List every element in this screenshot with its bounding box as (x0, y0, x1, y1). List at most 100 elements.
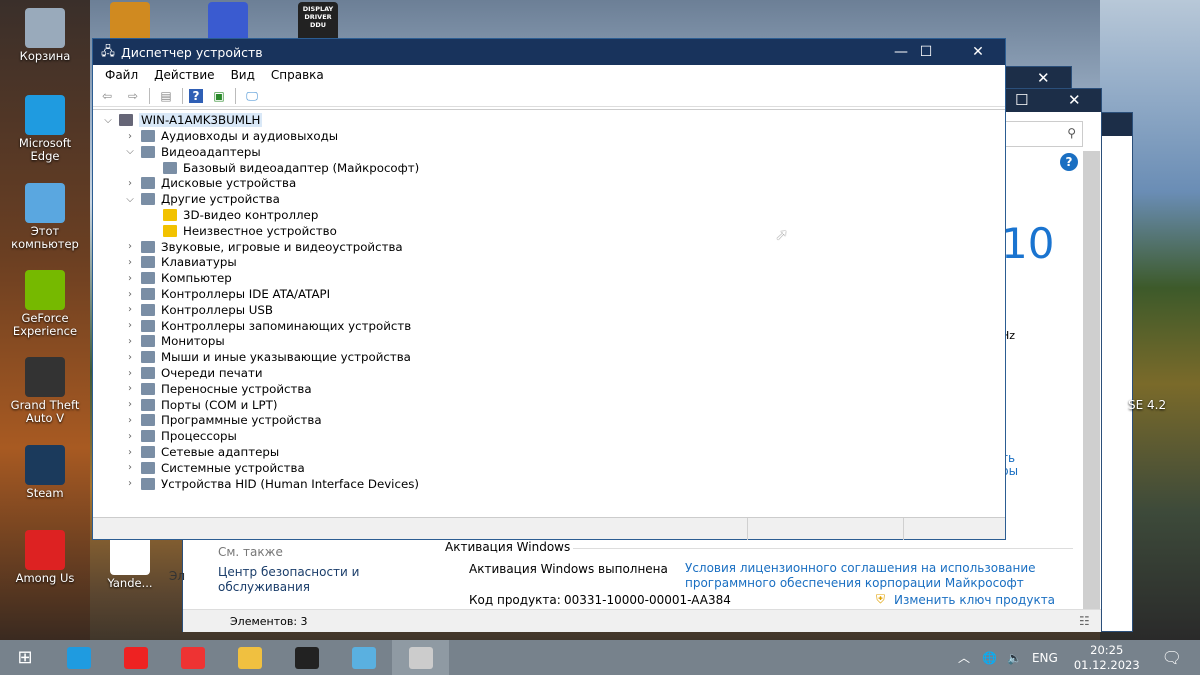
chevron-right-icon[interactable]: › (123, 431, 137, 442)
monitor-icon[interactable]: 🖵 (242, 88, 262, 104)
app-icon (25, 8, 65, 48)
device-manager-window[interactable]: 🖧 Диспетчер устройств — ☐ ✕ Файл Действи… (92, 38, 1006, 540)
chevron-right-icon[interactable]: › (123, 257, 137, 268)
menu-action[interactable]: Действие (146, 68, 222, 82)
forward-icon[interactable]: ⇨ (123, 88, 143, 104)
tree-item[interactable]: › Дисковые устройства (123, 175, 296, 191)
close-icon[interactable]: ✕ (1037, 69, 1050, 87)
chevron-right-icon[interactable]: › (123, 415, 137, 426)
chevron-right-icon[interactable]: › (123, 447, 137, 458)
tree-item[interactable]: › Клавиатуры (123, 254, 237, 270)
tree-item[interactable]: › Аудиовходы и аудиовыходы (123, 128, 338, 144)
tree-item[interactable]: › Контроллеры IDE ATA/ATAPI (123, 286, 330, 302)
chevron-right-icon[interactable]: › (123, 383, 137, 394)
tree-item[interactable]: › Сетевые адаптеры (123, 444, 279, 460)
desktop-icon[interactable]: Grand Theft Auto V (5, 357, 85, 425)
tree-item[interactable]: › Системные устройства (123, 460, 305, 476)
chevron-right-icon[interactable]: › (123, 336, 137, 347)
properties-icon[interactable]: ▤ (156, 88, 176, 104)
tree-item[interactable]: › Контроллеры запоминающих устройств (123, 318, 411, 334)
ddu-logo-text: DISPLAY DRIVER DDU (302, 5, 334, 29)
desktop-icon-label[interactable]: SE 4.2 (1128, 398, 1166, 412)
desktop-icon[interactable]: Microsoft Edge (5, 95, 85, 163)
start-button[interactable]: ⊞ (0, 640, 50, 675)
text-fragment: Эл (169, 569, 186, 583)
device-tree[interactable]: ⌵ WIN-A1AMK3BUMLH › Аудиовходы и аудиовых… (93, 109, 1005, 517)
tree-item[interactable]: › Процессоры (123, 428, 237, 444)
language-indicator[interactable]: ENG (1032, 651, 1058, 665)
help-icon[interactable]: ? (189, 88, 203, 103)
tree-item[interactable]: Базовый видеоадаптер (Майкрософт) (145, 160, 419, 176)
chevron-right-icon[interactable]: › (123, 289, 137, 300)
desktop-icon[interactable]: Steam (5, 445, 85, 500)
taskbar-app-yandex[interactable] (164, 640, 221, 675)
tree-item[interactable]: › Переносные устройства (123, 381, 312, 397)
close-button[interactable]: ✕ (955, 39, 1001, 65)
tree-item[interactable]: › Устройства HID (Human Interface Devices… (123, 476, 419, 492)
device-icon (141, 288, 155, 300)
tree-item[interactable]: › Мониторы (123, 333, 225, 349)
taskbar-app-edge[interactable] (50, 640, 107, 675)
menu-view[interactable]: Вид (223, 68, 263, 82)
close-icon[interactable]: ✕ (1068, 91, 1081, 109)
security-link[interactable]: Центр безопасности и обслуживания (218, 565, 378, 595)
tree-item[interactable]: › Порты (COM и LPT) (123, 397, 277, 413)
desktop-icon[interactable]: GeForce Experience (5, 270, 85, 338)
back-icon[interactable]: ⇦ (97, 88, 117, 104)
tree-item[interactable]: › Звуковые, игровые и видеоустройства (123, 239, 403, 255)
desktop-icon[interactable]: Yande... (90, 535, 170, 590)
menu-file[interactable]: Файл (97, 68, 146, 82)
taskbar-app-system[interactable] (335, 640, 392, 675)
chevron-up-icon[interactable]: ︿ (958, 649, 970, 666)
volume-icon[interactable]: 🔈 (1007, 651, 1022, 665)
chevron-right-icon[interactable]: › (123, 178, 137, 189)
chevron-right-icon[interactable]: › (123, 241, 137, 252)
chevron-down-icon[interactable]: ⌵ (101, 115, 115, 126)
warning-device-icon (163, 224, 177, 237)
tree-item[interactable]: ⌵ Другие устройства (123, 191, 280, 207)
tree-item[interactable]: 3D-видео контроллер (145, 207, 318, 223)
clock[interactable]: 20:25 01.12.2023 (1074, 643, 1140, 673)
chevron-right-icon[interactable]: › (123, 352, 137, 363)
network-icon[interactable]: 🌐 (982, 651, 997, 665)
maximize-icon[interactable]: ☐ (1015, 91, 1028, 109)
chevron-down-icon[interactable]: ⌵ (123, 194, 137, 205)
details-view-icon[interactable]: ☷ (1079, 614, 1090, 628)
chevron-right-icon[interactable]: › (123, 478, 137, 489)
tree-item[interactable]: › Очереди печати (123, 365, 263, 381)
tree-item-label: Клавиатуры (161, 255, 237, 270)
tree-item[interactable]: › Мыши и иные указывающие устройства (123, 349, 411, 365)
title-bar[interactable]: 🖧 Диспетчер устройств — ☐ ✕ (93, 39, 1005, 65)
tree-item[interactable]: ⌵ Видеоадаптеры (123, 144, 260, 160)
maximize-button[interactable]: ☐ (903, 39, 949, 65)
menu-help[interactable]: Справка (263, 68, 332, 82)
taskbar-app-yandex-browser[interactable] (107, 640, 164, 675)
help-icon[interactable]: ? (1060, 153, 1078, 171)
taskbar-app-explorer[interactable] (221, 640, 278, 675)
taskbar-app-ddu[interactable] (278, 640, 335, 675)
chevron-right-icon[interactable]: › (123, 320, 137, 331)
scrollbar[interactable] (1083, 151, 1100, 609)
chevron-right-icon[interactable]: › (123, 131, 137, 142)
chevron-right-icon[interactable]: › (123, 273, 137, 284)
chevron-right-icon[interactable]: › (123, 368, 137, 379)
change-key-link[interactable]: Изменить ключ продукта (894, 593, 1055, 607)
tree-item[interactable]: Неизвестное устройство (145, 223, 337, 239)
desktop-icon[interactable]: Корзина (5, 8, 85, 63)
desktop-icon[interactable]: Этот компьютер (5, 183, 85, 251)
chevron-right-icon[interactable]: › (123, 399, 137, 410)
license-link[interactable]: Условия лицензионного соглашения на испо… (685, 561, 1065, 591)
chevron-right-icon[interactable]: › (123, 462, 137, 473)
notifications-icon[interactable]: 🗨 (1162, 648, 1182, 667)
toolbar: ⇦ ⇨ ▤ ? ▣ 🖵 (93, 85, 1005, 107)
tree-root[interactable]: ⌵ WIN-A1AMK3BUMLH (101, 112, 263, 128)
tree-item[interactable]: › Контроллеры USB (123, 302, 273, 318)
chevron-down-icon[interactable]: ⌵ (123, 146, 137, 157)
desktop-icon[interactable]: Among Us (5, 530, 85, 585)
tree-item[interactable]: › Компьютер (123, 270, 232, 286)
taskbar-app-device-manager[interactable] (392, 640, 449, 675)
desktop-icon-label: Grand Theft Auto V (10, 398, 80, 425)
chevron-right-icon[interactable]: › (123, 304, 137, 315)
tree-item[interactable]: › Программные устройства (123, 412, 322, 428)
run-icon[interactable]: ▣ (209, 88, 229, 104)
